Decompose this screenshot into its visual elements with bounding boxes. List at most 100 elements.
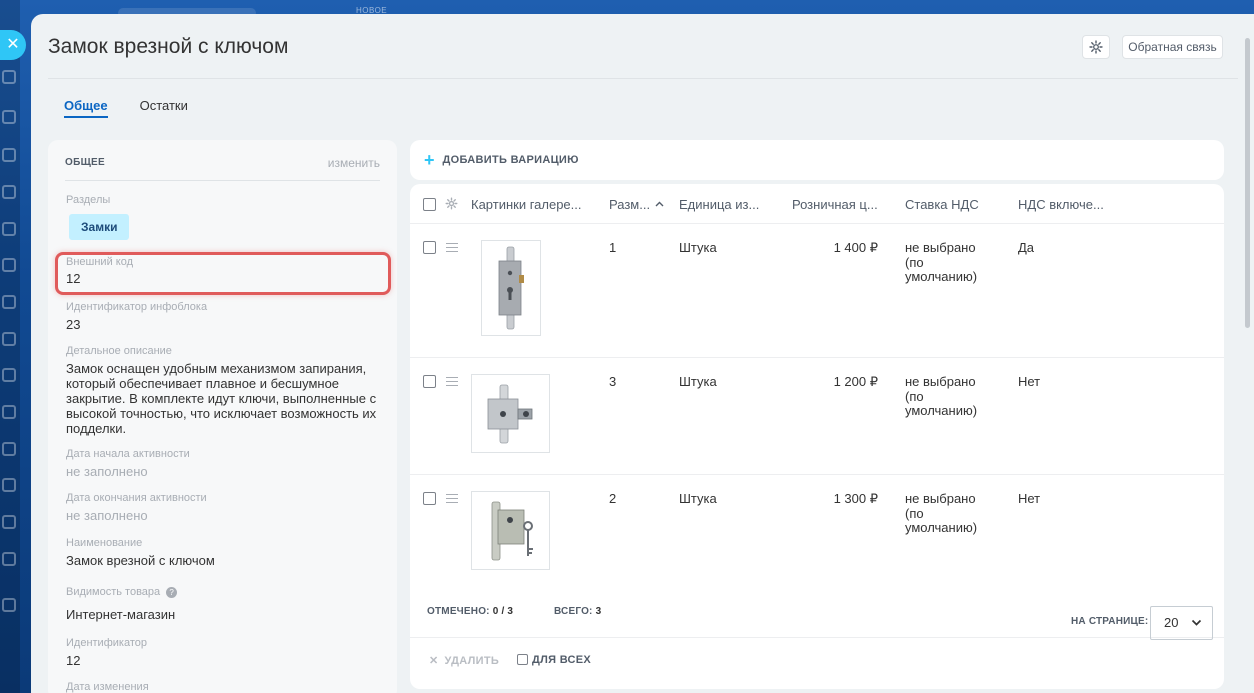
menu-icon [2, 368, 16, 382]
background-left-menu [0, 0, 20, 693]
field-external-code[interactable]: Внешний код 12 [66, 256, 133, 286]
row-checkbox[interactable] [423, 375, 436, 388]
visibility-label-text: Видимость товара [66, 586, 161, 598]
cell-price[interactable]: 1 400 ₽ [792, 240, 878, 256]
cell-unit[interactable]: Штука [679, 374, 717, 390]
header-divider [48, 78, 1238, 79]
field-modified: Дата изменения [66, 681, 149, 693]
tab-general[interactable]: Общее [64, 97, 108, 131]
column-header-gallery[interactable]: Картинки галере... [471, 197, 582, 212]
product-image[interactable] [471, 491, 550, 570]
chevron-down-icon [1191, 607, 1202, 639]
info-heading: ОБЩЕЕ [65, 157, 105, 168]
settings-button[interactable] [1082, 35, 1110, 59]
field-active-from: Дата начала активности не заполнено [66, 448, 190, 479]
table-row[interactable]: 3 Штука 1 200 ₽ не выбрано (по умолчанию… [410, 358, 1224, 475]
cell-vat-included[interactable]: Нет [1018, 374, 1040, 390]
selected-label: ОТМЕЧЕНО: [427, 606, 490, 617]
slider-header: Замок врезной с ключом Обратная связь [31, 14, 1254, 78]
menu-icon [2, 442, 16, 456]
total-count: ВСЕГО: 3 [554, 606, 601, 617]
scrollbar[interactable] [1245, 38, 1250, 328]
field-visibility: Видимость товара? Интернет-магазин [66, 586, 178, 622]
product-image[interactable] [481, 240, 541, 336]
close-icon: ✕ [429, 655, 439, 667]
menu-icon [2, 295, 16, 309]
sort-asc-icon[interactable] [655, 201, 664, 207]
product-slider: Замок врезной с ключом Обратная связь Об… [31, 14, 1254, 693]
field-label: Наименование [66, 537, 143, 549]
column-header-vat-included[interactable]: НДС включе... [1018, 197, 1104, 212]
table-row[interactable]: 1 Штука 1 400 ₽ не выбрано (по умолчанию… [410, 224, 1224, 358]
section-chip[interactable]: Замки [69, 214, 130, 240]
cell-price[interactable]: 1 200 ₽ [792, 374, 878, 390]
cell-vat-included[interactable]: Да [1018, 240, 1034, 256]
field-active-to: Дата окончания активности не заполнено [66, 492, 207, 523]
cell-unit[interactable]: Штука [679, 491, 717, 507]
field-sections: Разделы [66, 194, 110, 206]
cell-price[interactable]: 1 300 ₽ [792, 491, 878, 507]
selected-value: 0 / 3 [492, 606, 514, 617]
gear-icon [1089, 40, 1103, 54]
select-all-checkbox[interactable] [423, 198, 436, 211]
menu-icon [2, 552, 16, 566]
product-image[interactable] [471, 374, 550, 453]
table-row[interactable]: 2 Штука 1 300 ₽ не выбрано (по умолчанию… [410, 475, 1224, 592]
column-header-price[interactable]: Розничная ц... [792, 197, 878, 212]
for-all-toggle[interactable]: ДЛЯ ВСЕХ [517, 654, 591, 666]
cell-size[interactable]: 2 [609, 491, 616, 507]
field-label: Дата изменения [66, 681, 149, 693]
column-header-unit[interactable]: Единица из... [679, 197, 759, 212]
delete-button[interactable]: ✕ УДАЛИТЬ [429, 654, 499, 667]
field-label: Идентификатор [66, 637, 147, 649]
field-label: Видимость товара? [66, 586, 178, 598]
page-title: Замок врезной с ключом [48, 35, 289, 58]
tab-stock[interactable]: Остатки [140, 97, 188, 131]
cell-size[interactable]: 1 [609, 240, 616, 256]
row-checkbox[interactable] [423, 492, 436, 505]
menu-icon [2, 110, 16, 124]
row-checkbox[interactable] [423, 241, 436, 254]
menu-icon [2, 478, 16, 492]
menu-icon [2, 222, 16, 236]
lock-image-icon [498, 246, 524, 330]
menu-icon [2, 70, 16, 84]
field-value: 12 [66, 653, 81, 668]
total-value: 3 [595, 606, 602, 617]
feedback-button[interactable]: Обратная связь [1122, 35, 1223, 59]
general-info-panel: ОБЩЕЕ изменить Разделы Замки Внешний код… [48, 140, 397, 693]
help-icon[interactable]: ? [166, 586, 178, 598]
field-label: Дата окончания активности [66, 492, 207, 504]
drag-handle-icon[interactable] [446, 243, 458, 252]
per-page-value: 20 [1164, 615, 1179, 630]
field-value: не заполнено [66, 464, 148, 479]
selected-count: ОТМЕЧЕНО: 0 / 3 [427, 606, 513, 617]
field-label: Внешний код [66, 256, 134, 268]
column-settings-icon[interactable] [445, 197, 458, 210]
per-page-select[interactable]: 20 [1150, 606, 1213, 640]
field-value: Замок оснащен удобным механизмом запиран… [66, 361, 377, 436]
add-variation-button[interactable]: + ДОБАВИТЬ ВАРИАЦИЮ [410, 140, 1224, 180]
edit-link[interactable]: изменить [328, 156, 380, 170]
cell-unit[interactable]: Штука [679, 240, 717, 256]
for-all-checkbox[interactable] [517, 654, 528, 665]
cell-size[interactable]: 3 [609, 374, 616, 390]
menu-icon [2, 258, 16, 272]
plus-icon: + [424, 150, 435, 170]
cell-vat-rate[interactable]: не выбрано (по умолчанию) [905, 491, 985, 536]
column-header-size[interactable]: Разм... [609, 197, 650, 212]
cell-vat-rate[interactable]: не выбрано (по умолчанию) [905, 374, 985, 419]
drag-handle-icon[interactable] [446, 377, 458, 386]
field-value: Интернет-магазин [66, 607, 176, 622]
info-header: ОБЩЕЕ изменить [65, 156, 380, 181]
field-value: 12 [66, 271, 81, 286]
drag-handle-icon[interactable] [446, 494, 458, 503]
lock-image-icon [487, 384, 532, 443]
cell-vat-included[interactable]: Нет [1018, 491, 1040, 507]
delete-label: УДАЛИТЬ [444, 655, 500, 667]
grid-actions: ✕ УДАЛИТЬ ДЛЯ ВСЕХ [410, 654, 1224, 684]
field-value: 23 [66, 317, 81, 332]
variations-grid: Картинки галере... Разм... Единица из...… [410, 184, 1224, 689]
cell-vat-rate[interactable]: не выбрано (по умолчанию) [905, 240, 985, 285]
column-header-vat-rate[interactable]: Ставка НДС [905, 197, 979, 212]
